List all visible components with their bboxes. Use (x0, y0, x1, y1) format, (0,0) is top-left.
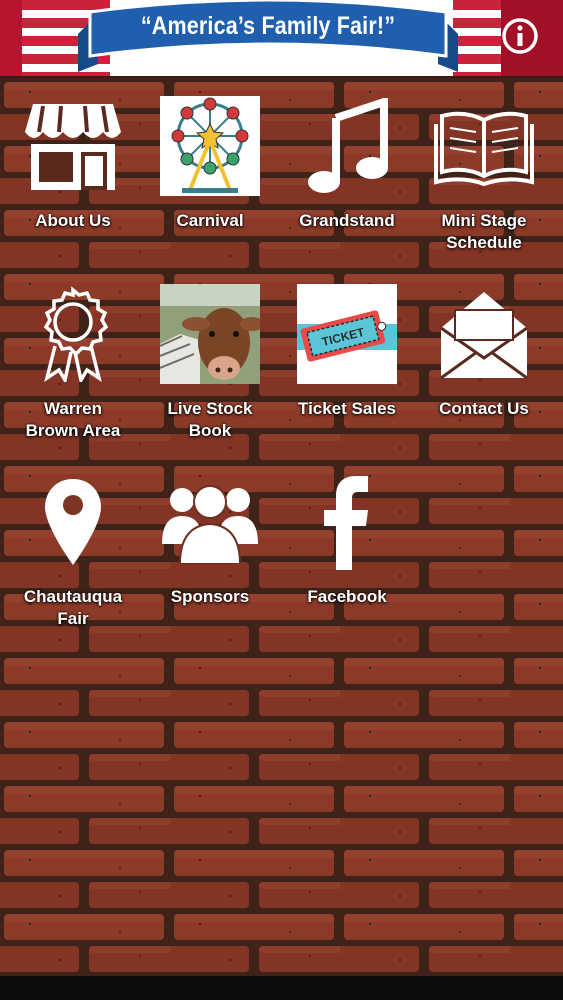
tile-label: Carnival (176, 211, 244, 230)
tile-label: Facebook (307, 587, 387, 606)
music-note-icon (297, 96, 397, 196)
app-header: “America’s Family Fair!” (0, 0, 563, 78)
open-book-icon (434, 96, 534, 196)
tile-label: Sponsors (170, 587, 250, 606)
tile-contact-us[interactable]: Contact Us (415, 266, 553, 436)
tile-label: Live Stock Book (167, 399, 253, 440)
map-pin-icon (23, 472, 123, 572)
tile-facebook[interactable]: Facebook (278, 454, 416, 624)
tile-label: About Us (35, 211, 111, 230)
cow-photo (160, 284, 260, 384)
tile-label: Mini Stage Schedule (441, 211, 527, 252)
ticket-image: TICKET (297, 284, 397, 384)
tile-mini-stage-schedule[interactable]: Mini Stage Schedule (415, 78, 553, 252)
award-ribbon-icon (23, 284, 123, 384)
tile-label: Ticket Sales (298, 399, 396, 418)
facebook-icon (297, 472, 397, 572)
tile-label: Chautauqua Fair (23, 587, 123, 628)
tile-warren-brown-area[interactable]: Warren Brown Area (4, 266, 142, 440)
tile-sponsors[interactable]: Sponsors (141, 454, 279, 624)
tile-chautauqua-fair[interactable]: Chautauqua Fair (4, 454, 142, 628)
tile-live-stock-book[interactable]: Live Stock Book (141, 266, 279, 440)
tile-grandstand[interactable]: Grandstand (278, 78, 416, 248)
menu-grid: About Us Carnival Grandstand Mini Stage … (0, 78, 563, 976)
storefront-icon (23, 96, 123, 196)
tile-ticket-sales[interactable]: TICKET Ticket Sales (278, 266, 416, 436)
tile-label: Contact Us (439, 399, 529, 418)
slogan-text: “America’s Family Fair!” (140, 12, 396, 40)
ferris-wheel-image (160, 96, 260, 196)
banner-edge-left (0, 0, 22, 78)
envelope-icon (434, 284, 534, 384)
info-icon[interactable] (501, 17, 539, 55)
tile-carnival[interactable]: Carnival (141, 78, 279, 248)
bottom-bar (0, 976, 563, 1000)
tile-label: Grandstand (299, 211, 395, 230)
tile-label: Warren Brown Area (25, 399, 121, 440)
tile-about-us[interactable]: About Us (4, 78, 142, 248)
people-group-icon (160, 472, 260, 572)
